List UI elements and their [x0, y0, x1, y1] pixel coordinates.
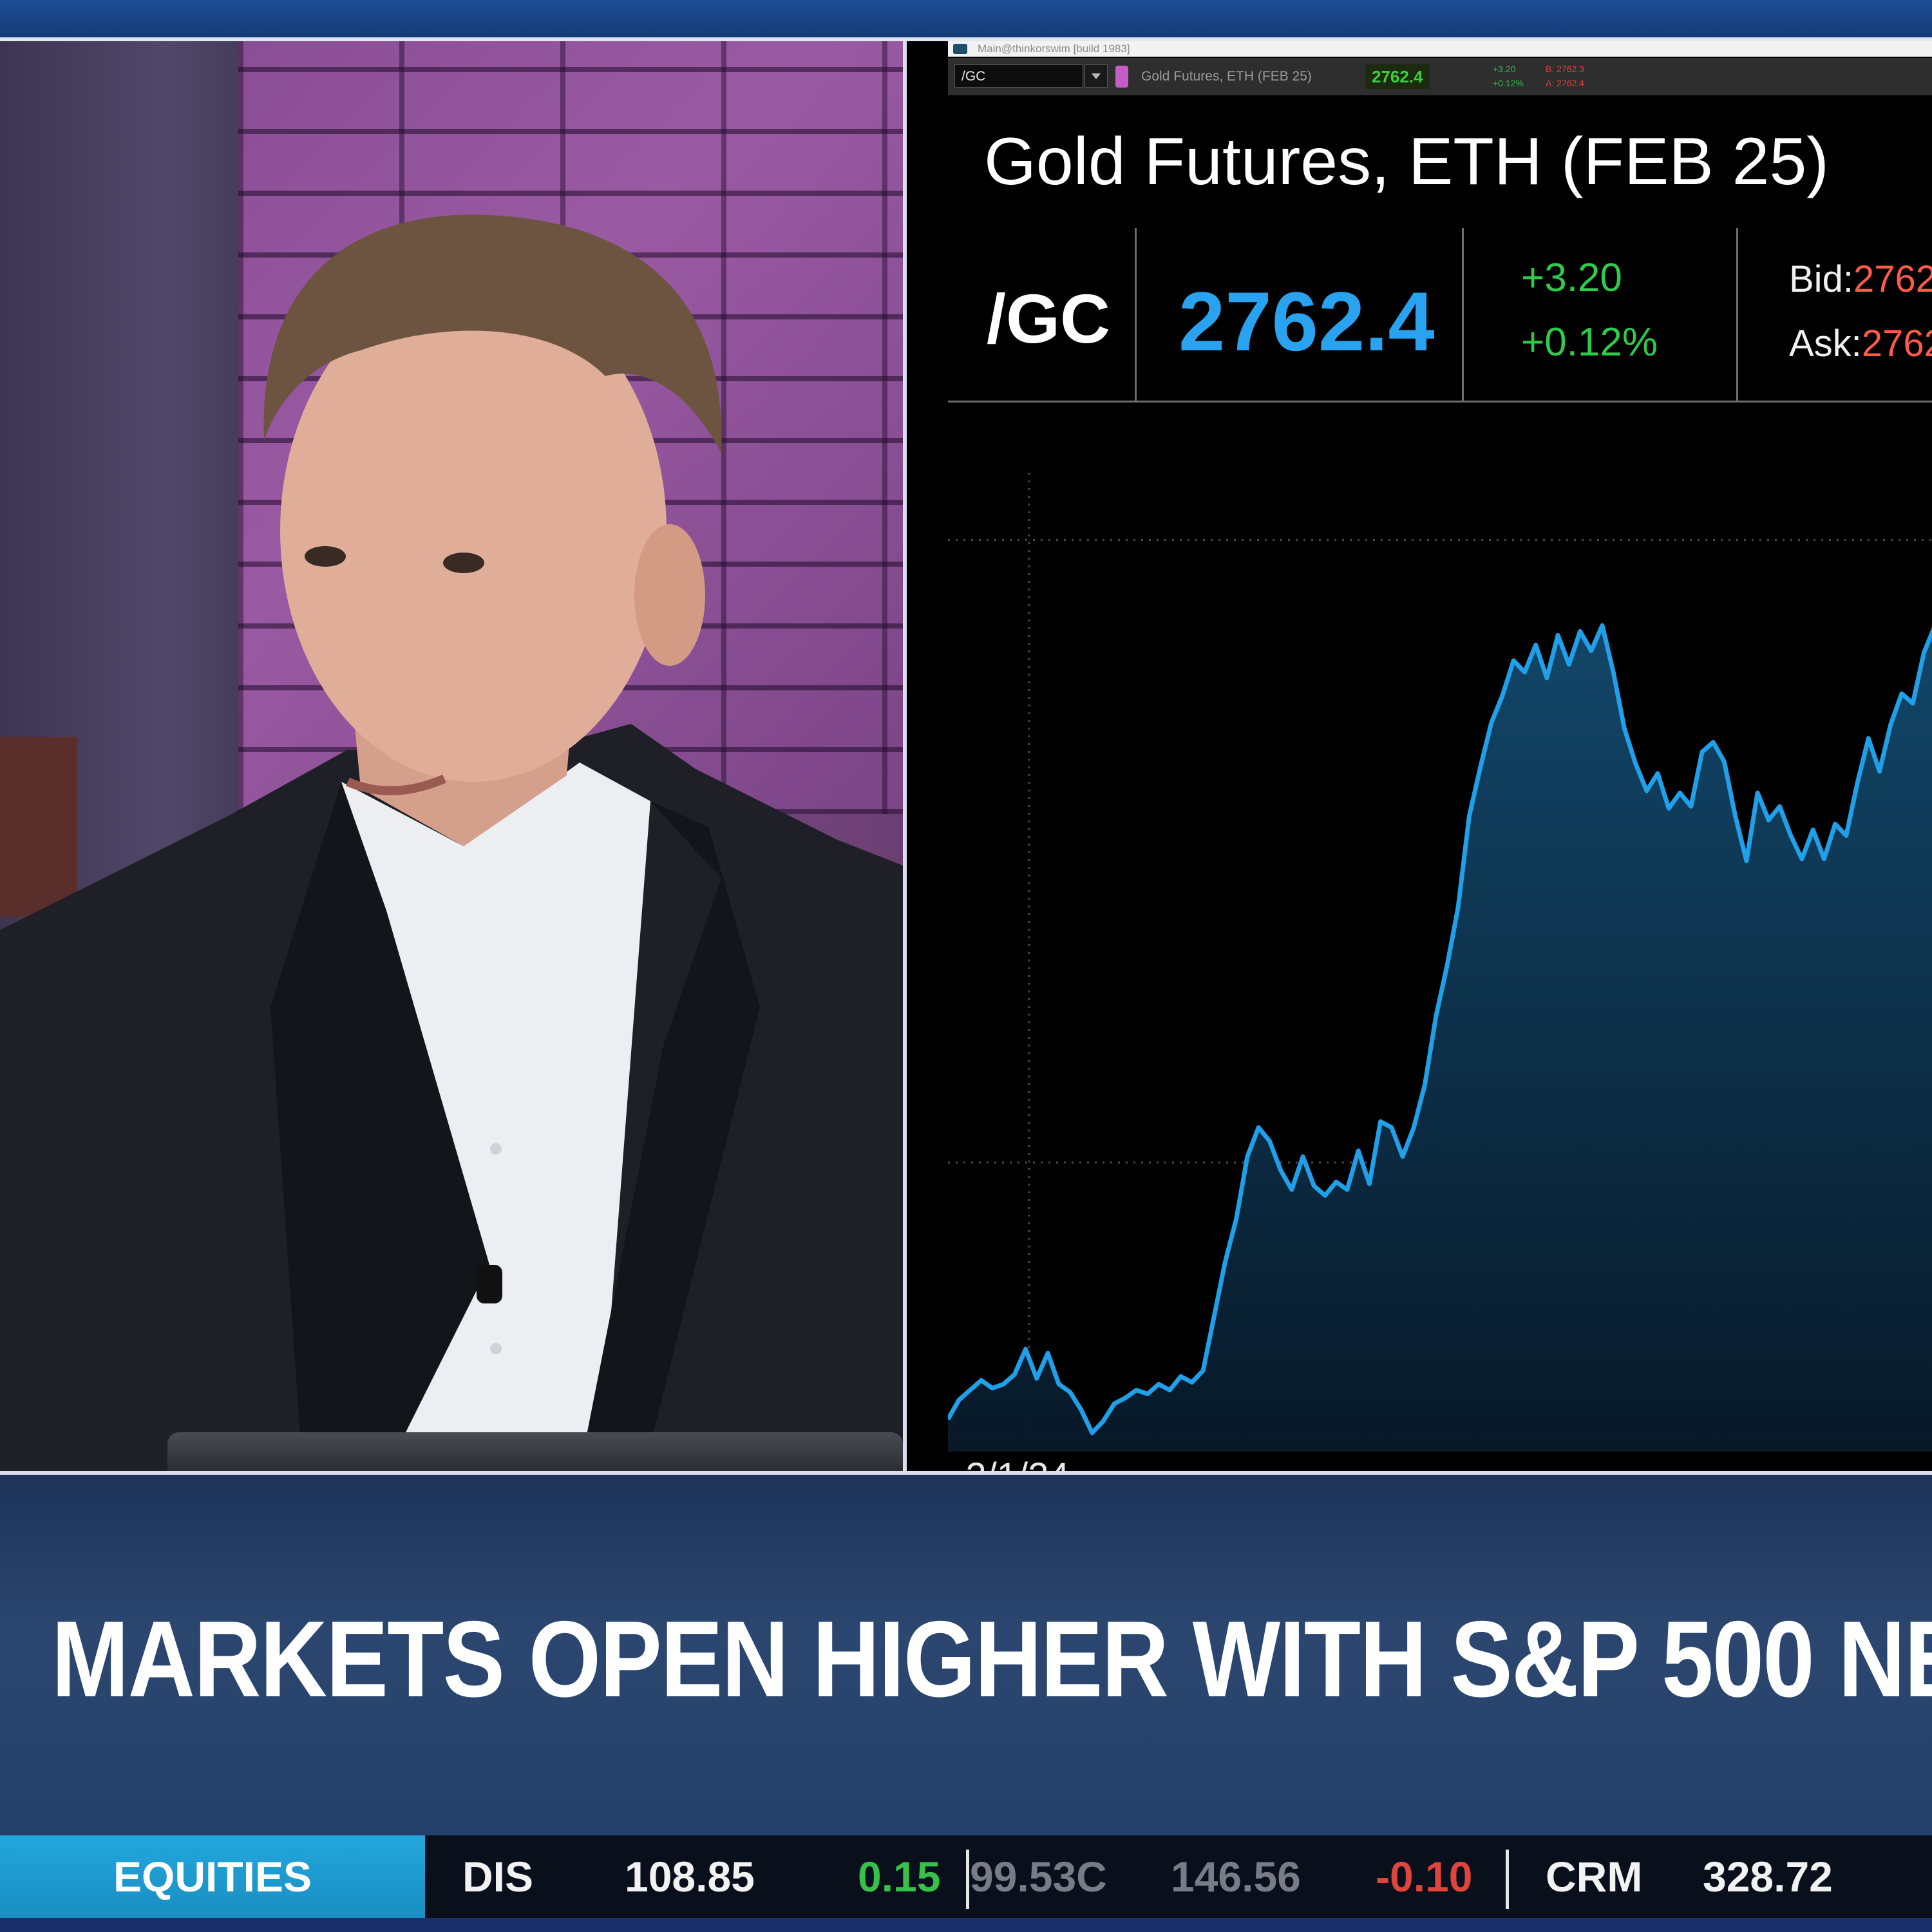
chevron-down-icon: [1092, 73, 1101, 79]
quote-toolbar: /GC Gold Futures, ETH (FEB 25) 2762.4 +3…: [948, 58, 1932, 95]
quote-separator: [1736, 228, 1738, 402]
price-area-fill: [948, 625, 1932, 1452]
price-chart-svg: 2/1/24: [948, 473, 1932, 1471]
ticker-category-label: EQUITIES: [0, 1835, 425, 1918]
ticker-price: 328.72: [1703, 1853, 1833, 1900]
headline: MARKETS OPEN HIGHER WITH S&P 500 NEAR NE…: [52, 1598, 1932, 1719]
ticker-transition-text: 99.53C: [970, 1853, 1107, 1900]
quote-separator: [1462, 228, 1464, 402]
ticker-transition-text: 146.56: [1171, 1853, 1301, 1900]
broadcast-top-bar: [0, 0, 1932, 37]
presenter-figure: [0, 214, 903, 1471]
app-title-text: Main@thinkorswim [build 1983]: [978, 43, 1130, 55]
ticker-separator: [1506, 1850, 1509, 1909]
ticker-change: -0.10: [1376, 1853, 1473, 1900]
toolbar-last-price: 2762.4: [1365, 64, 1430, 89]
ticker-separator: [966, 1850, 969, 1909]
quote-symbol: /GC: [987, 279, 1111, 357]
ticker-price: 108.85: [625, 1853, 755, 1900]
trading-platform-panel: Main@thinkorswim [build 1983] /GC Gold F…: [907, 41, 1932, 1471]
ask-label: Ask:: [1789, 323, 1862, 365]
symbol-input[interactable]: /GC: [954, 64, 1083, 88]
bid-value: 2762.: [1853, 258, 1932, 300]
ticker-bottom-bar: [0, 1918, 1932, 1932]
quote-summary-row: /GC 2762.4 +3.20 +0.12% Bid:2762. Ask:27…: [948, 228, 1932, 402]
toolbar-description: Gold Futures, ETH (FEB 25): [1141, 69, 1312, 84]
symbol-dropdown-button[interactable]: [1084, 64, 1108, 88]
toolbar-change: +3.20 +0.12%: [1493, 62, 1524, 90]
x-axis-start-label: 2/1/24: [965, 1455, 1069, 1471]
toolbar-net-change: +3.20: [1493, 64, 1516, 74]
watchlist-link-icon[interactable]: [1115, 66, 1128, 88]
ask-value: 2762.: [1861, 323, 1932, 365]
instrument-title: Gold Futures, ETH (FEB 25): [984, 124, 1829, 199]
toolbar-bid-ask: B: 2762.3 A: 2762.4: [1546, 62, 1584, 90]
quote-last-price: 2762.4: [1179, 274, 1435, 368]
laptop-edge: [167, 1432, 903, 1471]
presenter-video-panel: [0, 41, 903, 1471]
ticker-symbol: DIS: [462, 1853, 534, 1900]
stock-ticker: EQUITIES DIS 108.85 0.15 99.53C 146.56 -…: [0, 1835, 1932, 1918]
price-chart[interactable]: 2/1/24: [948, 415, 1932, 1471]
ticker-change: 0.15: [858, 1853, 941, 1900]
quote-percent-change: +0.12%: [1521, 320, 1658, 365]
quote-underline: [948, 401, 1932, 402]
quote-ask: Ask:2762.: [1789, 322, 1932, 365]
toolbar-bid: B: 2762.3: [1546, 64, 1584, 74]
app-window-icon: [953, 44, 967, 54]
app-title-bar: Main@thinkorswim [build 1983]: [948, 41, 1932, 57]
ticker-symbol: CRM: [1546, 1853, 1643, 1900]
bid-label: Bid:: [1789, 258, 1853, 300]
toolbar-percent-change: +0.12%: [1493, 78, 1524, 88]
quote-separator: [1135, 228, 1137, 402]
lower-third: MARKETS OPEN HIGHER WITH S&P 500 NEAR NE…: [0, 1475, 1932, 1835]
quote-bid: Bid:2762.: [1789, 258, 1932, 301]
quote-net-change: +3.20: [1521, 256, 1622, 300]
toolbar-ask: A: 2762.4: [1546, 78, 1584, 88]
